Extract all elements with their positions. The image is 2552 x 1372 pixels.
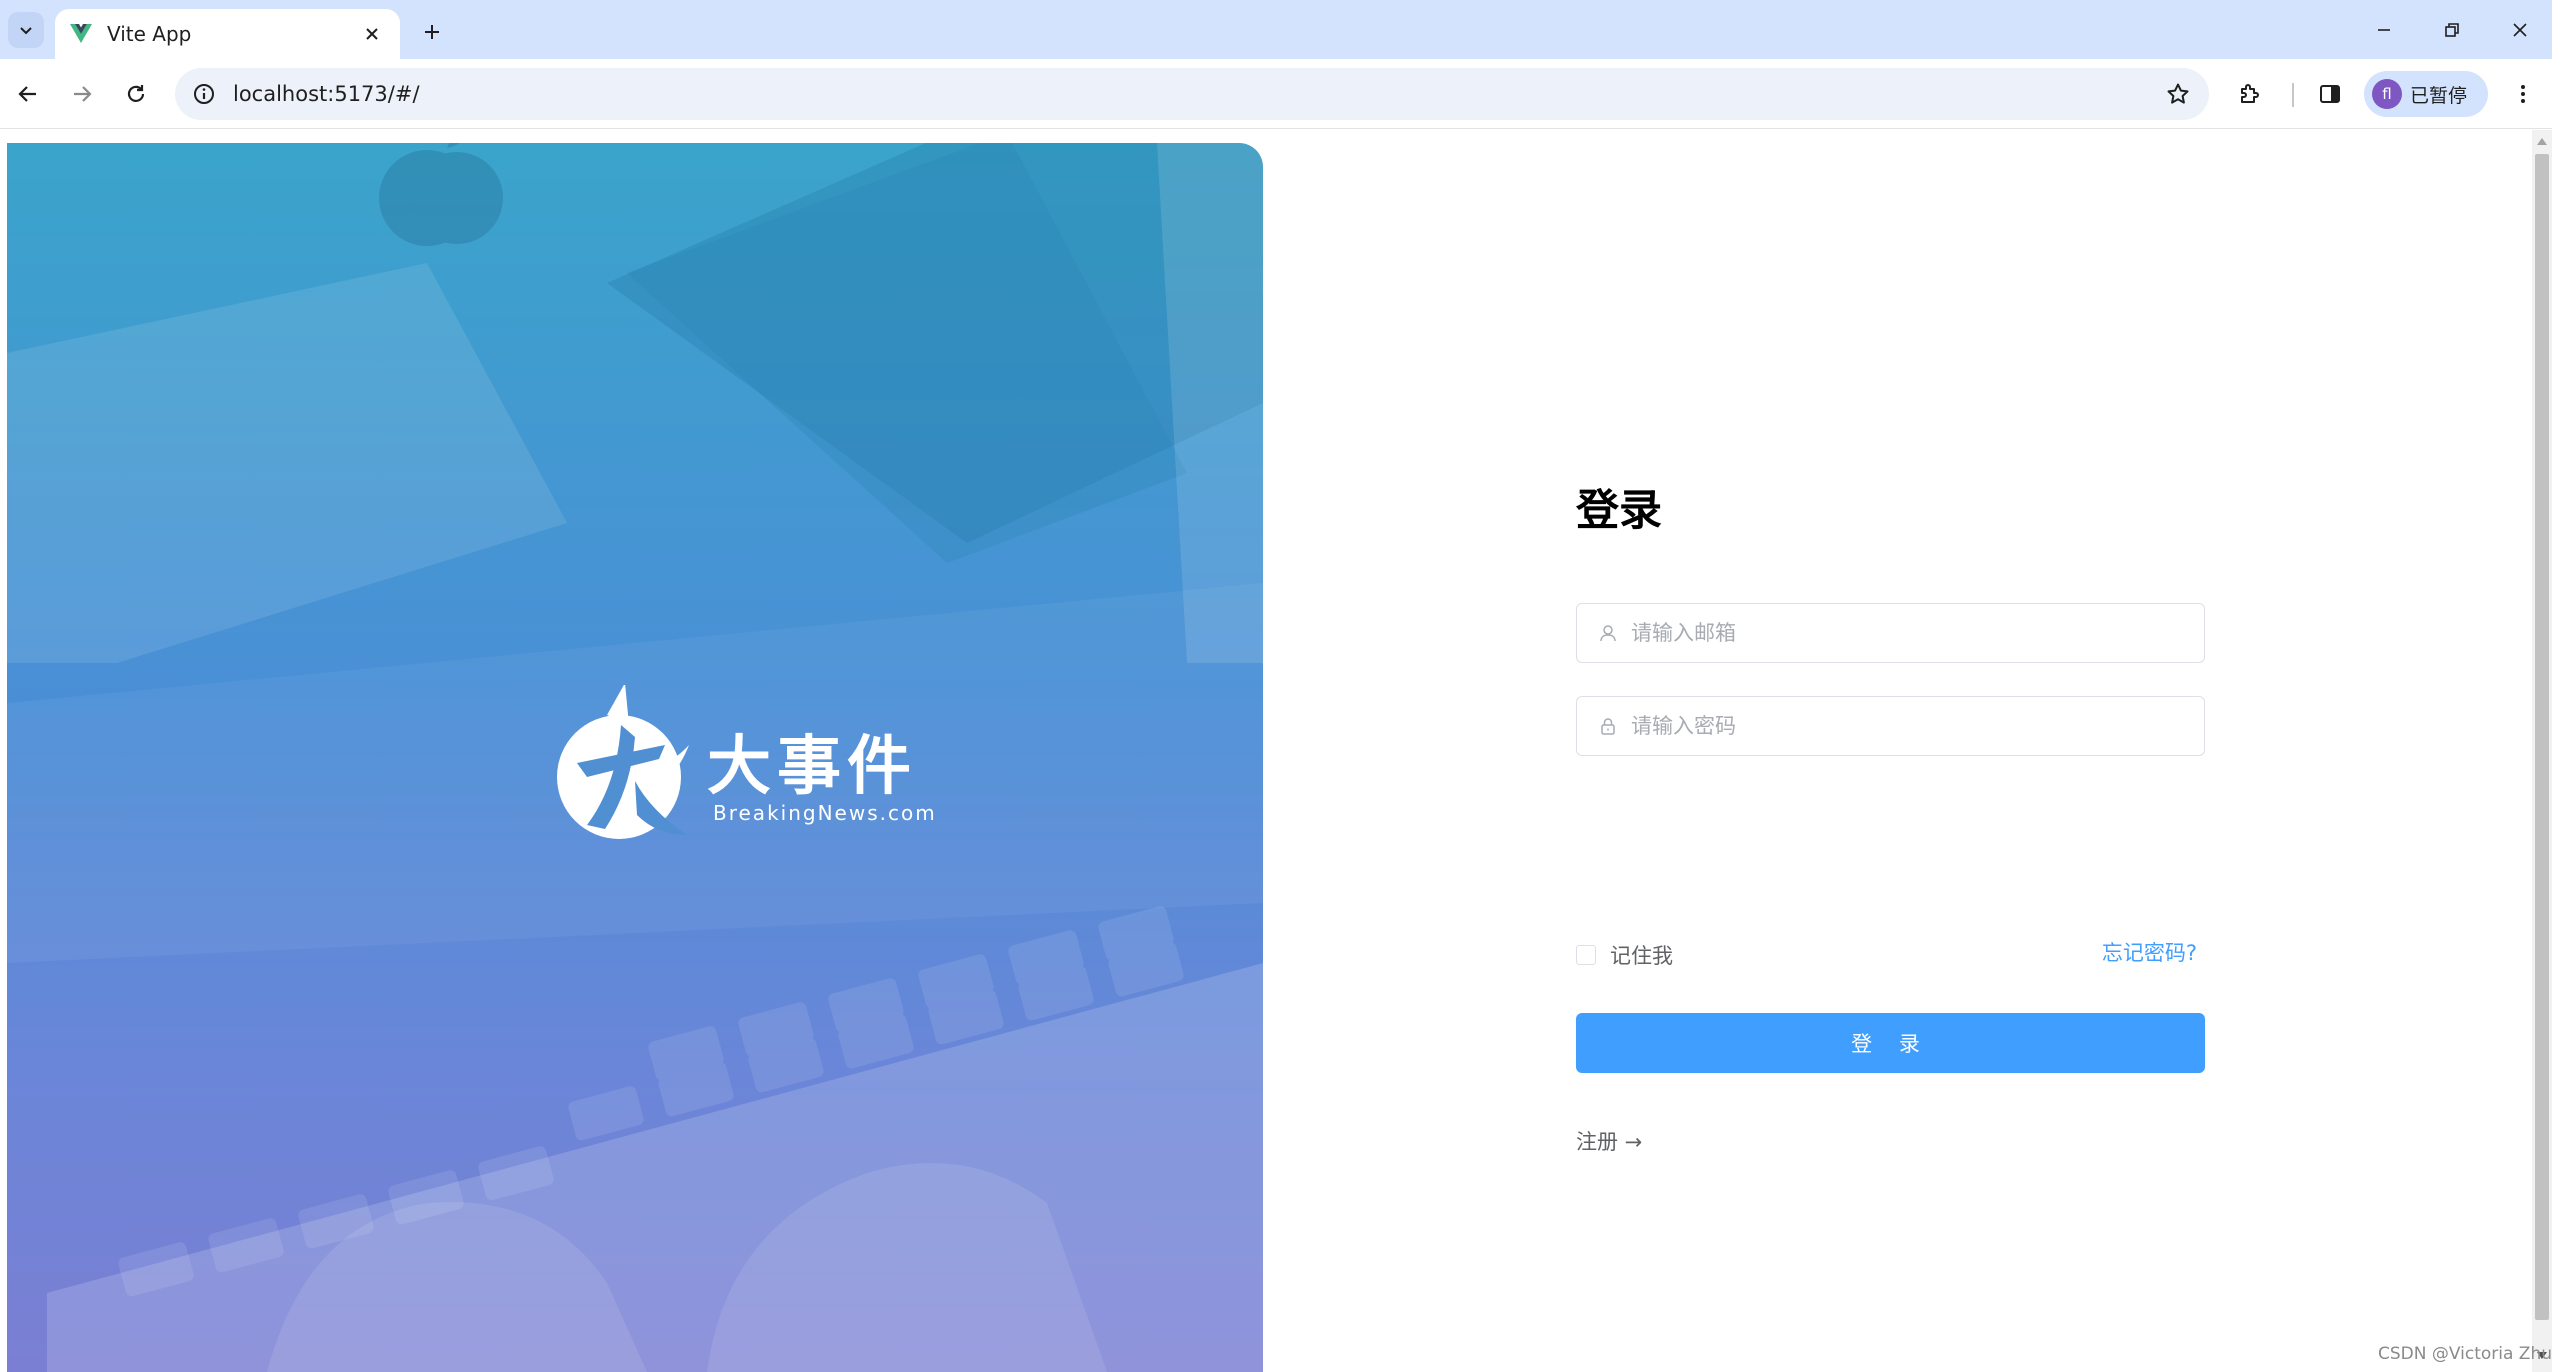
page-content: 大事件 BreakingNews.com 登录 记住我 忘记密码? 登 录 注册…: [0, 130, 2552, 1372]
brand-url: BreakingNews.com: [713, 801, 937, 825]
brand-logo-icon: [557, 685, 689, 839]
scroll-up-arrow-icon[interactable]: [2537, 138, 2547, 145]
reload-icon: [127, 85, 145, 102]
remember-me[interactable]: 记住我: [1576, 940, 1673, 970]
side-panel-button[interactable]: [2312, 76, 2348, 112]
email-field[interactable]: [1576, 603, 2205, 663]
site-info-button[interactable]: [189, 79, 219, 109]
browser-toolbar: localhost:5173/#/ fl 已暂停: [0, 59, 2552, 129]
plus-icon: [425, 25, 439, 39]
tab-close-button[interactable]: [358, 20, 386, 48]
back-button[interactable]: [10, 76, 46, 112]
watermark: CSDN @Victoria Zhu: [2378, 1344, 2552, 1364]
arrow-left-icon: [18, 86, 36, 102]
tab-title: Vite App: [107, 22, 192, 46]
close-icon: [366, 28, 378, 40]
login-button[interactable]: 登 录: [1576, 1013, 2205, 1073]
profile-button[interactable]: fl 已暂停: [2364, 71, 2488, 117]
side-panel-icon: [2320, 85, 2340, 103]
menu-button[interactable]: [2505, 76, 2541, 112]
puzzle-icon: [2241, 84, 2259, 103]
profile-status: 已暂停: [2410, 84, 2468, 107]
brand-logo-block: 大事件 BreakingNews.com: [547, 685, 935, 845]
email-input[interactable]: [1631, 621, 2184, 645]
info-icon: [194, 84, 214, 104]
toolbar-divider: [2292, 83, 2294, 107]
password-input[interactable]: [1631, 714, 2184, 738]
extensions-button[interactable]: [2232, 76, 2268, 112]
star-icon: [2167, 83, 2189, 104]
hero-banner: 大事件 BreakingNews.com: [7, 143, 1263, 1372]
tab-search-button[interactable]: [8, 12, 44, 48]
bookmark-button[interactable]: [2161, 77, 2195, 111]
avatar: fl: [2372, 79, 2402, 109]
browser-tab[interactable]: Vite App: [55, 9, 400, 59]
forgot-password-link[interactable]: 忘记密码?: [2102, 937, 2197, 967]
chevron-down-icon: [20, 27, 32, 35]
lock-icon: [1597, 715, 1619, 737]
restore-icon: [2445, 23, 2459, 37]
brand-name: 大事件: [707, 729, 917, 804]
page-scrollbar[interactable]: [2532, 130, 2552, 1372]
register-link[interactable]: 注册 →: [1576, 1126, 1642, 1156]
remember-checkbox[interactable]: [1576, 945, 1596, 965]
scroll-thumb[interactable]: [2535, 154, 2549, 1320]
user-icon: [1597, 622, 1619, 644]
url-text[interactable]: localhost:5173/#/: [233, 82, 2161, 106]
address-bar[interactable]: localhost:5173/#/: [175, 68, 2209, 120]
close-icon: [2513, 23, 2527, 37]
password-field[interactable]: [1576, 696, 2205, 756]
minimize-icon: [2378, 29, 2390, 31]
minimize-button[interactable]: [2360, 12, 2408, 48]
page-title: 登录: [1576, 486, 1662, 536]
forward-button[interactable]: [64, 76, 100, 112]
reload-button[interactable]: [118, 76, 154, 112]
tab-strip: Vite App: [0, 0, 2552, 59]
more-vertical-icon: [2521, 85, 2525, 103]
close-window-button[interactable]: [2496, 12, 2544, 48]
new-tab-button[interactable]: [414, 14, 450, 50]
vue-logo-icon: [70, 24, 92, 43]
arrow-right-icon: [74, 86, 92, 102]
restore-button[interactable]: [2428, 12, 2476, 48]
remember-label[interactable]: 记住我: [1610, 940, 1673, 970]
